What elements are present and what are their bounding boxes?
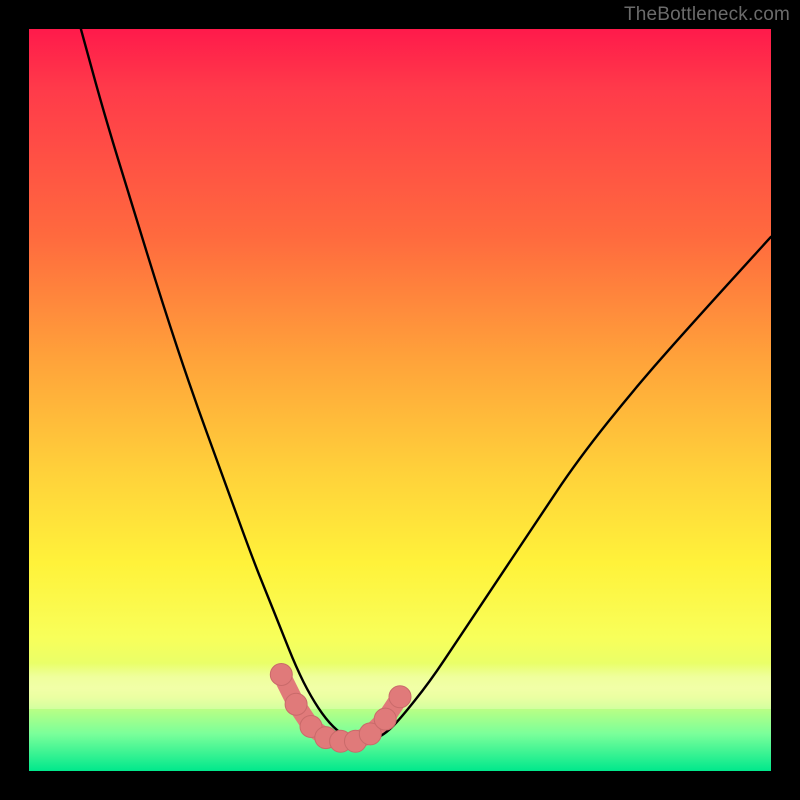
curve-marker <box>270 664 292 686</box>
chart-frame: TheBottleneck.com <box>0 0 800 800</box>
plot-area <box>29 29 771 771</box>
chart-svg <box>29 29 771 771</box>
bottleneck-curve-path <box>81 29 771 741</box>
attribution-text: TheBottleneck.com <box>624 4 790 26</box>
curve-marker <box>374 708 396 730</box>
curve-marker <box>389 686 411 708</box>
curve-marker <box>285 693 307 715</box>
